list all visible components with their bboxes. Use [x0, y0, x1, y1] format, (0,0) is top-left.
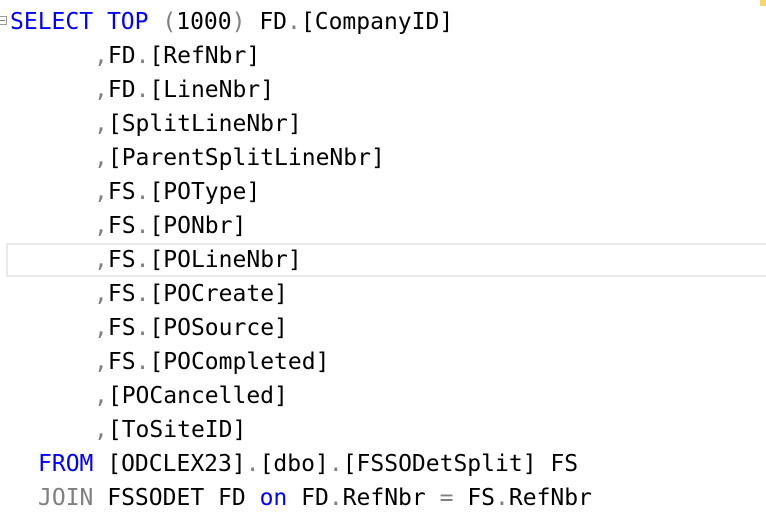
- operator-token: ,: [94, 281, 108, 307]
- operator-token: ,: [94, 77, 108, 103]
- code-line[interactable]: ,[POCancelled]: [94, 379, 288, 413]
- code-token: [POCreate]: [149, 281, 288, 307]
- code-token: FS: [453, 485, 496, 511]
- code-token: FS: [107, 315, 136, 341]
- keyword-token: SELECT: [10, 9, 94, 35]
- operator-token: ,: [94, 417, 108, 443]
- code-token: FD: [245, 9, 288, 35]
- code-token: FS: [107, 213, 136, 239]
- operator-token: .: [135, 77, 150, 103]
- operator-token: ,: [94, 111, 108, 137]
- operator-token: .: [495, 485, 509, 511]
- operator-token: ,: [94, 179, 108, 205]
- code-token: FS: [107, 349, 136, 375]
- code-token: [POCompleted]: [149, 349, 330, 375]
- code-line[interactable]: ,FD.[LineNbr]: [94, 73, 274, 107]
- collapse-toggle-icon[interactable]: [0, 16, 7, 25]
- code-token: FS: [107, 247, 136, 273]
- code-line[interactable]: ,FS.[PONbr]: [94, 209, 246, 243]
- code-token: [PONbr]: [149, 213, 247, 239]
- operator-token: ,: [94, 247, 108, 273]
- code-token: [ToSiteID]: [107, 417, 247, 443]
- code-token: RefNbr: [342, 485, 440, 511]
- operator-token: .: [328, 451, 343, 477]
- operator-token: .: [135, 247, 150, 273]
- code-line[interactable]: ,FS.[POType]: [94, 175, 260, 209]
- code-token: [FSSODetSplit] FS: [342, 451, 579, 477]
- operator-token: .: [135, 349, 150, 375]
- operator-token: ,: [94, 145, 108, 171]
- operator-token: ): [231, 9, 246, 35]
- code-token: [LineNbr]: [149, 77, 275, 103]
- code-token: [SplitLineNbr]: [107, 111, 302, 137]
- operator-token: .: [135, 213, 150, 239]
- code-token: FD: [107, 43, 136, 69]
- code-token: 1000: [176, 9, 232, 35]
- code-line[interactable]: JOIN FSSODET FD on FD.RefNbr = FS.RefNbr: [38, 481, 592, 515]
- top-accent: [760, 0, 766, 6]
- code-line[interactable]: FROM [ODCLEX23].[dbo].[FSSODetSplit] FS: [38, 447, 578, 481]
- operator-token: ,: [94, 43, 108, 69]
- sql-editor[interactable]: SELECT TOP (1000) FD.[CompanyID] ,FD.[Ref…: [0, 0, 766, 520]
- code-line[interactable]: ,FS.[POCompleted]: [94, 345, 329, 379]
- operator-token: ,: [94, 315, 108, 341]
- code-token: [POCancelled]: [107, 383, 288, 409]
- keyword-token: TOP: [106, 9, 149, 35]
- operator-token: .: [328, 485, 343, 511]
- code-token: FD: [287, 485, 329, 511]
- operator-token: =: [439, 485, 454, 511]
- keyword-token: on: [259, 485, 288, 511]
- code-line[interactable]: ,FS.[POCreate]: [94, 277, 288, 311]
- code-line[interactable]: ,[ParentSplitLineNbr]: [94, 141, 385, 175]
- code-line[interactable]: ,FS.[POLineNbr]: [94, 243, 302, 277]
- operator-token: JOIN: [38, 485, 94, 511]
- operator-token: ,: [94, 349, 108, 375]
- code-line[interactable]: ,FD.[RefNbr]: [94, 39, 260, 73]
- code-token: [POLineNbr]: [149, 247, 302, 273]
- code-token: FS: [107, 179, 136, 205]
- code-token: FSSODET FD: [93, 485, 260, 511]
- keyword-token: FROM: [38, 451, 94, 477]
- operator-token: (: [162, 9, 177, 35]
- operator-token: ,: [94, 383, 108, 409]
- code-line[interactable]: ,FS.[POSource]: [94, 311, 288, 345]
- operator-token: .: [135, 281, 150, 307]
- code-line[interactable]: ,[SplitLineNbr]: [94, 107, 302, 141]
- operator-token: .: [135, 43, 150, 69]
- code-token: [dbo]: [259, 451, 329, 477]
- code-token: RefNbr: [508, 485, 592, 511]
- operator-token: ,: [94, 213, 108, 239]
- operator-token: .: [287, 9, 301, 35]
- code-token: FD: [107, 77, 136, 103]
- code-line[interactable]: SELECT TOP (1000) FD.[CompanyID]: [10, 5, 453, 39]
- code-line[interactable]: ,[ToSiteID]: [94, 413, 246, 447]
- operator-token: .: [245, 451, 260, 477]
- code-token: [ParentSplitLineNbr]: [107, 145, 385, 171]
- code-token: [CompanyID]: [300, 9, 454, 35]
- code-token: [ODCLEX23]: [93, 451, 246, 477]
- code-token: FS: [107, 281, 136, 307]
- code-token: [POSource]: [149, 315, 288, 341]
- operator-token: .: [135, 179, 150, 205]
- operator-token: .: [135, 315, 150, 341]
- code-token: [RefNbr]: [149, 43, 261, 69]
- code-token: [POType]: [149, 179, 261, 205]
